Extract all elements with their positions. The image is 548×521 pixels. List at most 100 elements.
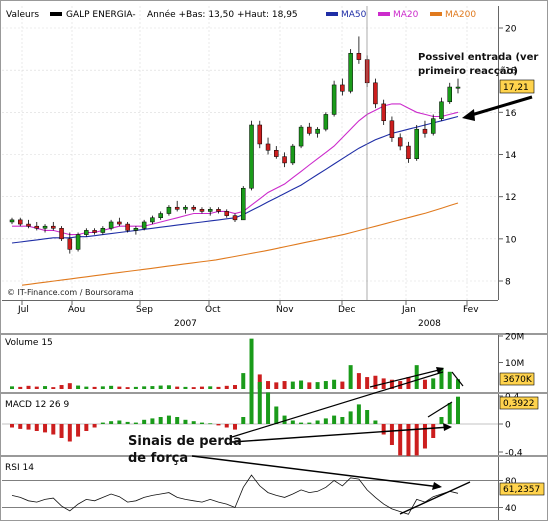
candle-body [150, 217, 155, 223]
macd-bar [34, 424, 39, 431]
candle-body [174, 206, 180, 210]
volume-bar [348, 365, 353, 389]
stock-chart: 8101214161820 Jul Aou Sep Oct Nov Dec Jan Fev V… [0, 0, 548, 521]
candle-body [422, 128, 428, 134]
macd-bar [166, 415, 171, 424]
legend-ma200: MA200 [445, 10, 476, 20]
candle-body [108, 221, 114, 229]
volume-bar [422, 379, 427, 389]
volume-bar [125, 387, 130, 389]
volume-bar [34, 386, 39, 389]
candle-body [331, 84, 337, 115]
candle-body [315, 128, 320, 134]
source-credit: © IT-Finance.com / Boursorama [7, 288, 134, 297]
candle-body [447, 86, 452, 103]
candle-body [282, 156, 287, 164]
legend-ma50: MA50 [341, 10, 367, 20]
candle-body [241, 187, 246, 221]
candle-body [75, 234, 81, 250]
volume-bar [158, 385, 163, 389]
candle-body [34, 225, 40, 229]
macd-last-value: 0,3922 [503, 399, 535, 409]
macd-bar [224, 424, 229, 428]
candle-body [125, 223, 130, 231]
price-tick-label: 12 [505, 193, 516, 203]
price-tick-label: 16 [505, 109, 517, 119]
perda-label-line1: Sinais de perda [128, 434, 242, 449]
candle-body [207, 209, 213, 212]
macd-bar [216, 424, 221, 426]
time-tick-label: Fev [463, 305, 479, 315]
legend-ma20: MA20 [393, 10, 419, 20]
candle-body [290, 145, 296, 164]
volume-bar [307, 382, 312, 389]
macd-bar [26, 424, 31, 430]
volume-bar [241, 373, 246, 389]
volume-bar [166, 385, 171, 389]
time-tick-label: Dec [338, 305, 355, 315]
macd-bar [10, 424, 14, 428]
macd-bar [381, 424, 386, 435]
macd-bar [266, 392, 271, 424]
candle-body [348, 53, 353, 92]
volume-bar [340, 381, 345, 389]
candle-body [249, 124, 254, 189]
volume-bar [365, 377, 370, 389]
candle-body [439, 101, 444, 119]
volume-bar [100, 386, 105, 389]
macd-bar [67, 424, 72, 442]
price-tick-label: 14 [505, 151, 517, 161]
volume-bar [431, 378, 436, 389]
macd-bar [100, 422, 105, 424]
candle-body [67, 238, 73, 250]
last-price-value: 17,21 [503, 83, 529, 93]
candle-body [414, 128, 419, 159]
volume-bar [117, 386, 122, 389]
macd-bar [290, 420, 295, 424]
volume-bar [249, 338, 254, 389]
macd-bar [51, 424, 56, 435]
volume-bar [299, 380, 304, 389]
macd-bar [249, 385, 254, 424]
macd-bar [241, 417, 246, 424]
macd-bar [199, 422, 204, 424]
price-tick-label: 8 [505, 278, 511, 288]
macd-bar [183, 419, 188, 424]
macd-title: MACD 12 26 9 [5, 400, 69, 410]
macd-bar [208, 423, 213, 425]
volume-bar [414, 365, 419, 389]
candle-body [430, 118, 436, 134]
volume-tick-label: 20M [505, 333, 524, 343]
volume-bar [356, 373, 361, 389]
macd-bar [175, 417, 180, 424]
volume-bar [76, 385, 81, 389]
ma20-legend-icon [378, 12, 390, 16]
candle-body [257, 124, 263, 145]
volume-bar [183, 386, 188, 389]
candle-body [373, 82, 378, 105]
macd-bar [274, 406, 279, 424]
volume-bar [18, 386, 23, 389]
volume-bar [59, 385, 64, 389]
macd-bar [191, 421, 196, 424]
volume-bar [67, 383, 72, 389]
volume-bar [150, 386, 155, 389]
volume-bar [51, 387, 56, 389]
candle-body [307, 126, 312, 134]
perda-label-line2: de força [128, 451, 188, 466]
volume-bar [216, 386, 221, 389]
volume-bar [447, 371, 452, 389]
candle-body [298, 126, 304, 147]
volume-bar [208, 386, 213, 389]
macd-bar [389, 424, 394, 445]
header-label: Valeurs [6, 10, 39, 20]
price-tick-label: 10 [505, 235, 517, 245]
candle-body [323, 114, 329, 130]
candle-body [42, 225, 48, 229]
candle-body [18, 219, 23, 225]
volume-bar [10, 386, 14, 389]
volume-bar [133, 386, 138, 389]
candle-body [51, 225, 56, 229]
volume-bar [332, 379, 337, 389]
macd-bar [323, 418, 328, 424]
